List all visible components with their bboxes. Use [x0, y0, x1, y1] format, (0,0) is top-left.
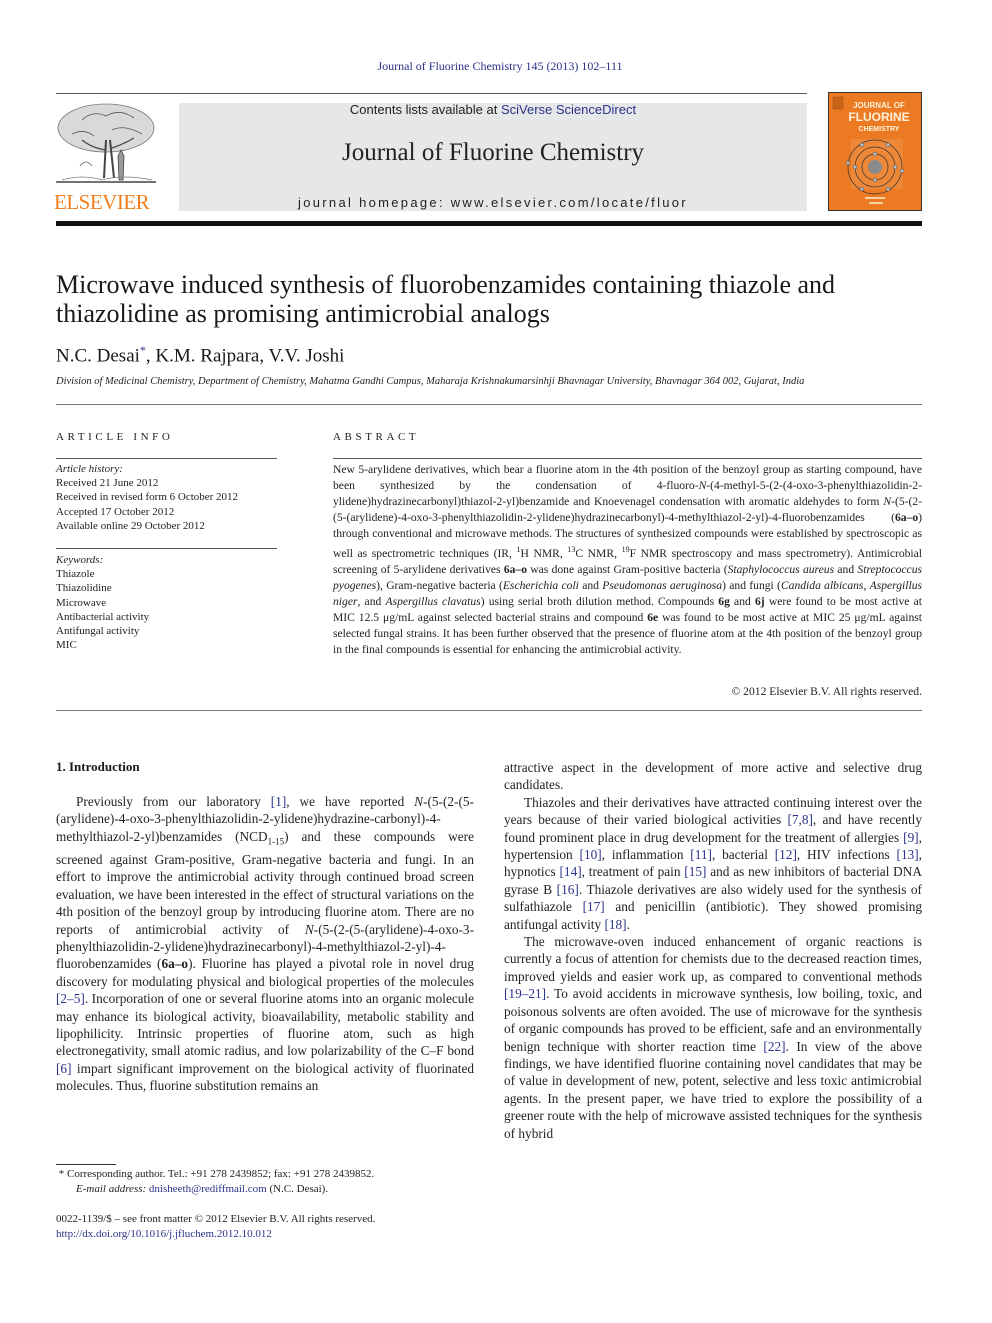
reference-link[interactable]: [19–21] [504, 986, 546, 1001]
corresponding-author-mark[interactable]: * [140, 343, 146, 357]
divider [56, 93, 807, 94]
paragraph: The microwave-oven induced enhancement o… [504, 934, 922, 1141]
superscript: 1 [516, 545, 521, 554]
divider [56, 458, 277, 459]
reference-link[interactable]: [18] [604, 917, 626, 932]
tree-icon [56, 103, 156, 183]
header-divider [56, 221, 922, 226]
history-item: Received 21 June 2012 [56, 477, 159, 490]
reference-link[interactable]: [7,8] [787, 812, 812, 827]
italic-term: N [414, 794, 424, 809]
paragraph: Thiazoles and their derivatives have att… [504, 794, 922, 932]
cover-title-2: FLUORINE [848, 110, 909, 124]
section-heading-introduction: 1. Introduction [56, 759, 140, 774]
italic-term: Candida albicans [780, 578, 864, 592]
author-name: K.M. Rajpara [155, 345, 260, 367]
compound-label: 6e [647, 610, 659, 624]
keyword: Microwave [56, 596, 107, 609]
article-title: Microwave induced synthesis of fluoroben… [56, 270, 836, 328]
affiliation: Division of Medicinal Chemistry, Departm… [56, 376, 805, 387]
footnote-divider [56, 1164, 116, 1165]
italic-term: Aspergillus clavatus [385, 594, 481, 608]
elsevier-wordmark: ELSEVIER [54, 190, 150, 214]
reference-link[interactable]: [1] [271, 794, 287, 809]
compound-label: 6a–o [894, 511, 919, 524]
superscript: 19 [621, 545, 630, 554]
paragraph: Previously from our laboratory [1], we h… [56, 794, 474, 1094]
italic-term: Escherichia coli [502, 578, 579, 592]
keyword: Thiazole [56, 568, 95, 581]
abstract-heading: ABSTRACT [333, 431, 420, 443]
corresponding-author-footnote: * Corresponding author. Tel.: +91 278 24… [56, 1167, 476, 1196]
doi-link[interactable]: http://dx.doi.org/10.1016/j.jfluchem.201… [56, 1227, 476, 1242]
history-item: Received in revised form 6 October 2012 [56, 491, 239, 504]
compound-label: 6j [754, 594, 765, 608]
email-suffix: (N.C. Desai). [266, 1182, 329, 1195]
contents-prefix: Contents lists available at [349, 102, 501, 117]
reference-link[interactable]: [15] [684, 864, 706, 879]
paragraph: attractive aspect in the development of … [504, 760, 922, 793]
keyword: Antibacterial activity [56, 610, 150, 623]
keyword: Antifungal activity [56, 625, 140, 638]
compound-label: 6a–o [503, 562, 528, 576]
compound-label: 6g [718, 594, 730, 608]
abstract-body: New 5-arylidene derivatives, which bear … [333, 463, 923, 656]
reference-link[interactable]: [10] [580, 847, 602, 862]
reference-link[interactable]: [9] [903, 830, 919, 845]
italic-term: Staphylococcus aureus [727, 562, 835, 576]
body-column-left: Previously from our laboratory [1], we h… [56, 793, 474, 1095]
italic-term: N [698, 479, 707, 492]
journal-cover-image: JOURNAL OF FLUORINE CHEMISTRY [828, 92, 922, 211]
subscript: 1-15 [267, 836, 285, 847]
divider [56, 548, 277, 549]
issn-copyright: 0022-1139/$ – see front matter © 2012 El… [56, 1213, 376, 1225]
divider [333, 458, 922, 459]
author-name: N.C. Desai [56, 345, 140, 367]
italic-term: N [304, 921, 314, 937]
journal-homepage[interactable]: journal homepage: www.elsevier.com/locat… [179, 195, 807, 210]
compound-label: 6a–o [161, 956, 189, 972]
reference-link[interactable]: [16] [557, 882, 579, 897]
history-heading: Article history: [56, 463, 123, 475]
italic-term: N [883, 495, 892, 508]
footnote-mark: * [58, 1168, 65, 1180]
divider [56, 404, 922, 405]
email-link[interactable]: dnisheeth@rediffmail.com [149, 1183, 267, 1195]
keyword: MIC [56, 639, 77, 652]
footnote-corresponding: Corresponding author. Tel.: +91 278 2439… [67, 1168, 375, 1180]
journal-citation[interactable]: Journal of Fluorine Chemistry 145 (2013)… [0, 59, 992, 74]
keyword: Thiazolidine [56, 582, 112, 595]
author-list: N.C. Desai*, K.M. Rajpara, V.V. Joshi [56, 343, 345, 367]
reference-link[interactable]: [6] [56, 1061, 72, 1076]
article-history: Article history: Received 21 June 2012 R… [56, 462, 238, 533]
keywords-heading: Keywords: [56, 554, 104, 566]
reference-link[interactable]: [13] [897, 847, 919, 862]
keywords: Keywords: Thiazole Thiazolidine Microwav… [56, 553, 149, 652]
contents-line: Contents lists available at SciVerse Sci… [179, 102, 807, 117]
reference-link[interactable]: [2–5] [56, 991, 85, 1006]
reference-link[interactable]: [14] [560, 864, 582, 879]
history-item: Accepted 17 October 2012 [56, 505, 175, 518]
history-item: Available online 29 October 2012 [56, 519, 205, 532]
cover-title-1: JOURNAL OF [853, 101, 905, 110]
journal-name: Journal of Fluorine Chemistry [341, 139, 645, 166]
sciencedirect-link[interactable]: SciVerse ScienceDirect [501, 102, 636, 117]
superscript: 13 [567, 545, 576, 554]
reference-link[interactable]: [22] [763, 1039, 785, 1054]
front-matter: 0022-1139/$ – see front matter © 2012 El… [56, 1212, 476, 1242]
article-info-heading: ARTICLE INFO [56, 431, 174, 443]
author-name: V.V. Joshi [268, 345, 345, 367]
italic-term: Pseudomonas aeruginosa [602, 578, 723, 592]
email-label: E-mail address: [76, 1182, 147, 1195]
cover-title-3: CHEMISTRY [859, 126, 900, 133]
reference-link[interactable]: [12] [775, 847, 797, 862]
divider [56, 710, 922, 711]
abstract-copyright: © 2012 Elsevier B.V. All rights reserved… [731, 685, 922, 698]
cover-atom-icon: JOURNAL OF FLUORINE CHEMISTRY [832, 96, 910, 204]
body-column-right: attractive aspect in the development of … [504, 759, 922, 1142]
reference-link[interactable]: [17] [583, 899, 605, 914]
reference-link[interactable]: [11] [690, 847, 712, 862]
